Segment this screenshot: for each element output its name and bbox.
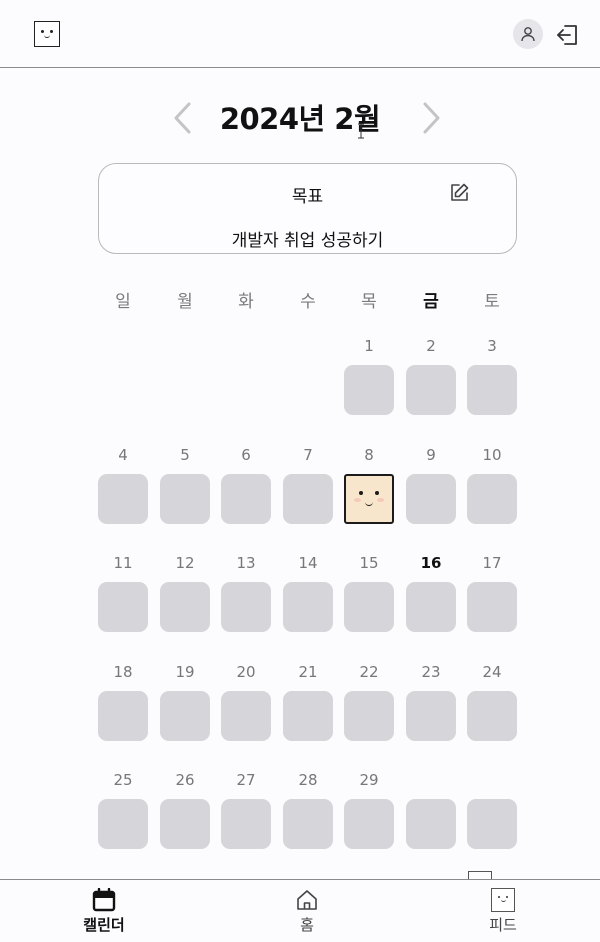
day-number: 16 [420, 554, 442, 572]
day-cell[interactable] [344, 690, 394, 741]
tab-calendar-label: 캘린더 [83, 916, 125, 934]
day-cell[interactable] [98, 582, 148, 632]
bottom-tab-bar: 캘린더 홈 피드 [0, 879, 600, 942]
day-cell[interactable] [406, 582, 456, 632]
day-cell[interactable] [98, 473, 148, 524]
day-number: 28 [298, 771, 318, 789]
day-number: 22 [359, 662, 379, 681]
day-cell[interactable] [406, 690, 456, 741]
day-cell[interactable] [160, 799, 210, 849]
weekday-label: 월 [177, 292, 193, 312]
day-number: 25 [113, 771, 133, 789]
day-number: 24 [482, 662, 502, 681]
day-number: 26 [175, 771, 195, 789]
day-cell[interactable] [467, 799, 517, 849]
day-cell[interactable] [98, 690, 148, 741]
day-number: 2 [426, 337, 436, 355]
app-header [0, 0, 600, 68]
day-cell[interactable] [283, 473, 333, 524]
face-feed-icon [491, 888, 515, 912]
tab-feed-label: 피드 [489, 916, 517, 934]
day-number: 15 [359, 554, 379, 572]
day-cell[interactable] [344, 365, 394, 415]
day-number: 10 [482, 445, 502, 464]
face-logo-icon[interactable] [34, 21, 60, 47]
day-number: 27 [236, 771, 256, 789]
goal-card: 목표 개발자 취업 성공하기 [98, 163, 517, 254]
day-number: 5 [180, 445, 190, 464]
day-number: 7 [303, 445, 313, 464]
logout-icon[interactable] [555, 22, 581, 48]
day-cell-face[interactable] [344, 473, 394, 524]
day-cell[interactable] [221, 690, 271, 741]
day-cell[interactable] [98, 799, 148, 849]
tab-home[interactable]: 홈 [267, 888, 347, 935]
day-cell[interactable] [406, 365, 456, 415]
day-cell[interactable] [406, 473, 456, 524]
day-cell[interactable] [221, 582, 271, 632]
day-number: 1 [364, 337, 374, 355]
day-number: 17 [482, 554, 502, 572]
day-cell[interactable] [160, 690, 210, 741]
day-cell[interactable] [344, 582, 394, 632]
month-title: 2024년 2월 [219, 102, 381, 136]
user-icon[interactable] [513, 19, 543, 49]
day-cell[interactable] [283, 799, 333, 849]
day-number: 9 [426, 445, 436, 464]
day-number: 12 [175, 554, 195, 572]
day-cell[interactable] [160, 582, 210, 632]
day-cell[interactable] [467, 365, 517, 415]
month-navigation: 2024년 2월 [0, 90, 600, 142]
weekday-label: 화 [238, 292, 254, 312]
day-number: 8 [364, 445, 374, 464]
goal-text: 개발자 취업 성공하기 [231, 231, 384, 251]
calendar-icon [92, 888, 116, 912]
day-cell[interactable] [406, 799, 456, 849]
day-number: 6 [241, 445, 251, 464]
day-number: 11 [113, 554, 133, 572]
day-cell[interactable] [344, 799, 394, 849]
day-number: 14 [298, 554, 318, 572]
day-cell[interactable] [467, 582, 517, 632]
day-cell[interactable] [467, 473, 517, 524]
day-cell[interactable] [160, 473, 210, 524]
day-number: 13 [236, 554, 256, 572]
day-number: 23 [421, 662, 441, 681]
weekday-header: 일월화수목금토 [0, 287, 600, 312]
day-number: 21 [298, 662, 318, 681]
day-number: 29 [359, 771, 379, 789]
day-cell[interactable] [467, 690, 517, 741]
weekday-label: 수 [300, 292, 316, 312]
day-number: 4 [118, 445, 128, 464]
day-cell[interactable] [283, 582, 333, 632]
day-cell[interactable] [283, 690, 333, 741]
weekday-label: 토 [484, 292, 500, 312]
tab-feed[interactable]: 피드 [463, 888, 543, 935]
tab-home-label: 홈 [300, 916, 314, 934]
text-cursor-icon [358, 123, 364, 139]
edit-icon[interactable] [448, 182, 470, 204]
day-number: 19 [175, 662, 195, 681]
weekday-label: 일 [115, 292, 131, 312]
chevron-right-icon[interactable] [420, 100, 444, 136]
weekday-label: 목 [361, 292, 377, 312]
day-cell[interactable] [221, 473, 271, 524]
day-cell[interactable] [221, 799, 271, 849]
weekday-label: 금 [423, 292, 439, 312]
home-icon [297, 890, 317, 910]
tab-calendar[interactable]: 캘린더 [64, 888, 144, 935]
day-number: 18 [113, 662, 133, 681]
day-number: 3 [487, 337, 497, 355]
day-number: 20 [236, 662, 256, 681]
